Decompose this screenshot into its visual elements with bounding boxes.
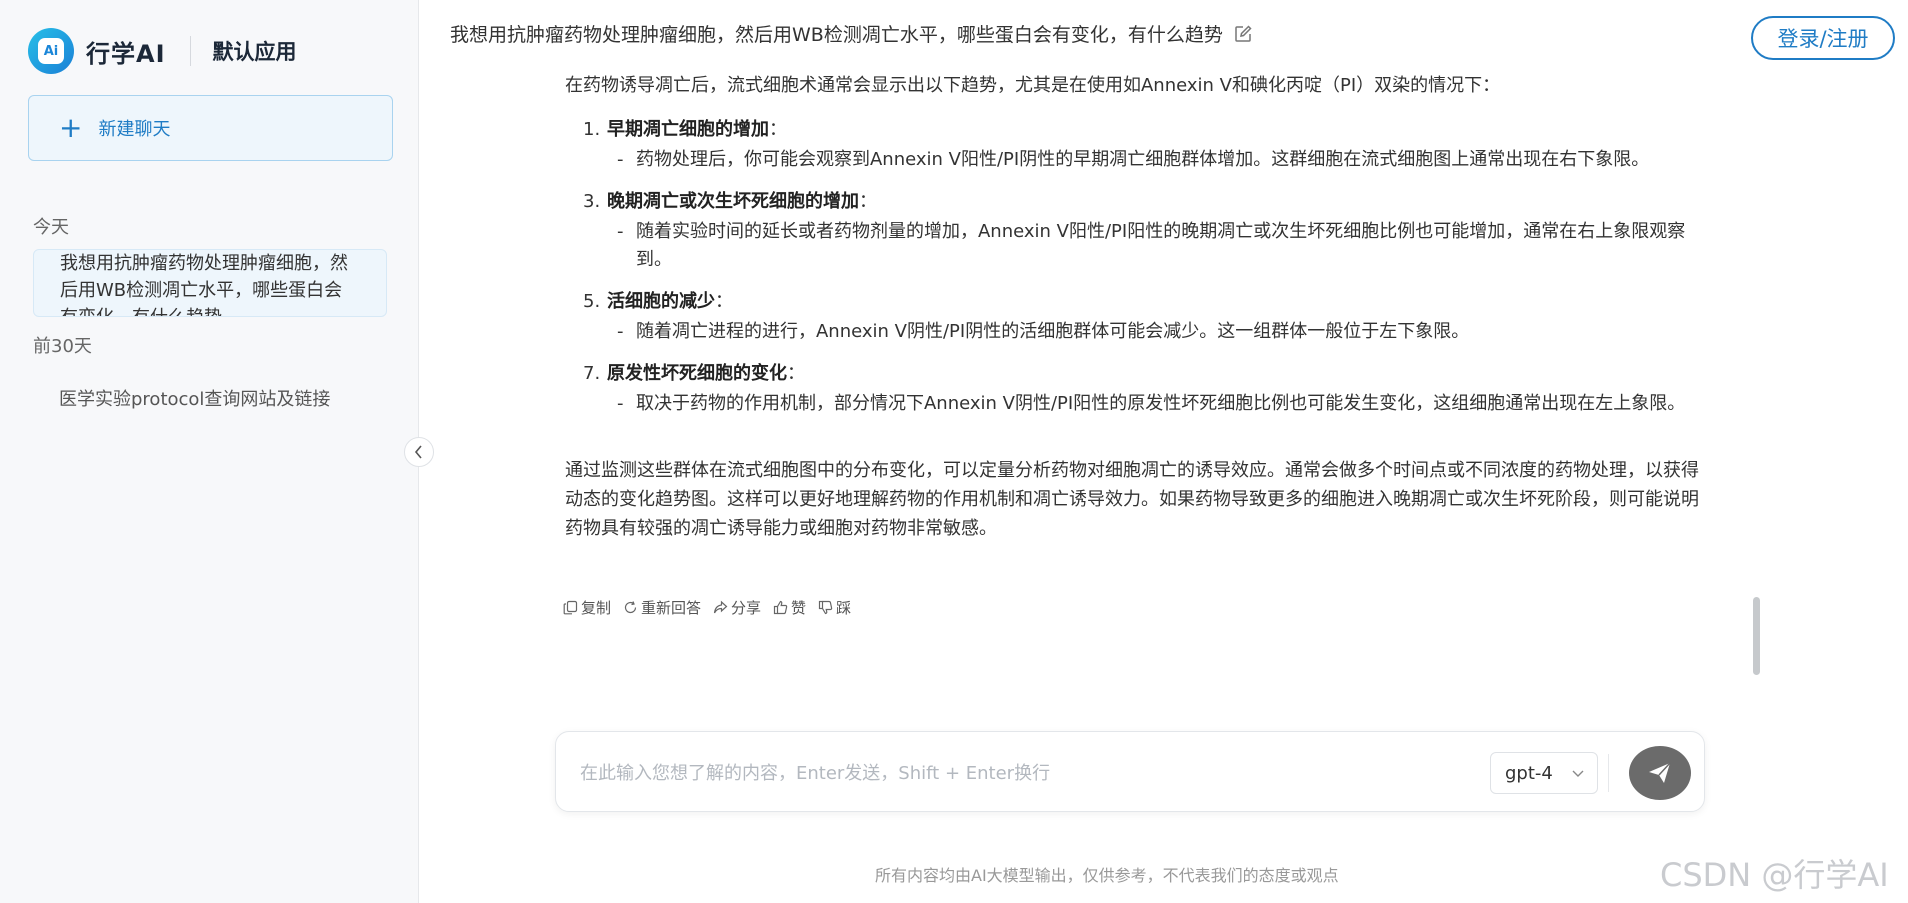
point-body: 随着实验时间的延长或者药物剂量的增加，Annexin V阳性/PI阳性的晚期凋亡… <box>636 221 1686 270</box>
conversation-item-active[interactable]: 我想用抗肿瘤药物处理肿瘤细胞，然后用WB检测凋亡水平，哪些蛋白会有变化，有什么趋… <box>33 249 387 317</box>
bullet-dash: - <box>617 221 624 242</box>
point-body: 取决于药物的作用机制，部分情况下Annexin V阴性/PI阳性的原发性坏死细胞… <box>636 393 1686 414</box>
point-number: 7. <box>583 363 601 384</box>
point-colon: ： <box>787 363 805 384</box>
logo-icon: Ai <box>28 28 74 74</box>
chat-input[interactable] <box>578 752 1282 794</box>
question-text: 我想用抗肿瘤药物处理肿瘤细胞，然后用WB检测凋亡水平，哪些蛋白会有变化，有什么趋… <box>450 24 1223 46</box>
question-title: 我想用抗肿瘤药物处理肿瘤细胞，然后用WB检测凋亡水平，哪些蛋白会有变化，有什么趋… <box>450 20 1253 47</box>
chat-input-box: gpt-4 <box>555 731 1705 812</box>
point-number: 5. <box>583 291 601 312</box>
edit-icon[interactable] <box>1233 24 1253 44</box>
send-button[interactable] <box>1629 746 1691 800</box>
like-label: 赞 <box>791 599 807 617</box>
point-number: 1. <box>583 119 601 140</box>
copy-button[interactable]: 复制 <box>563 597 611 618</box>
model-select-value: gpt-4 <box>1505 762 1553 784</box>
disclaimer: 所有内容均由AI大模型输出，仅供参考，不代表我们的态度或观点 <box>875 866 1339 885</box>
copy-icon <box>563 600 578 615</box>
point-number: 3. <box>583 191 601 212</box>
thumbs-up-icon <box>773 600 788 615</box>
refresh-icon <box>624 601 637 614</box>
brand-divider <box>189 36 191 66</box>
sidebar: Ai 行学AI 默认应用 + 新建聊天 今天 我想用抗肿瘤药物处理肿瘤细胞，然后… <box>0 0 419 903</box>
like-button[interactable]: 赞 <box>773 597 806 618</box>
point-colon: ： <box>769 119 787 140</box>
collapse-sidebar-button[interactable] <box>404 437 434 467</box>
regenerate-button[interactable]: 重新回答 <box>623 597 701 618</box>
dislike-button[interactable]: 踩 <box>818 597 851 618</box>
point-colon: ： <box>715 291 733 312</box>
answer-point: 5. 活细胞的减少： - 随着凋亡进程的进行，Annexin V阴性/PI阴性的… <box>565 286 1715 346</box>
regenerate-label: 重新回答 <box>641 599 702 617</box>
point-body: 随着凋亡进程的进行，Annexin V阴性/PI阴性的活细胞群体可能会减少。这一… <box>636 321 1470 342</box>
point-title: 早期凋亡细胞的增加 <box>607 119 769 140</box>
new-chat-button[interactable]: + 新建聊天 <box>28 95 393 161</box>
model-select[interactable]: gpt-4 <box>1490 752 1598 794</box>
bullet-dash: - <box>617 321 624 342</box>
send-icon <box>1649 762 1671 783</box>
point-body: 药物处理后，你可能会观察到Annexin V阳性/PI阴性的早期凋亡细胞群体增加… <box>636 149 1650 170</box>
brand-name: 行学AI <box>86 39 166 68</box>
answer-point: 1. 早期凋亡细胞的增加： - 药物处理后，你可能会观察到Annexin V阳性… <box>565 114 1715 174</box>
dislike-label: 踩 <box>836 599 852 617</box>
bullet-dash: - <box>617 393 624 414</box>
assistant-answer: 在药物诱导凋亡后，流式细胞术通常会显示出以下趋势，尤其是在使用如Annexin … <box>565 70 1715 561</box>
copy-label: 复制 <box>581 599 612 617</box>
conversation-item[interactable]: 医学实验protocol查询网站及链接 <box>33 386 387 413</box>
answer-point: 3. 晚期凋亡或次生坏死细胞的增加： - 随着实验时间的延长或者药物剂量的增加，… <box>565 186 1715 274</box>
scrollbar-thumb[interactable] <box>1753 597 1760 675</box>
bullet-dash: - <box>617 149 624 170</box>
point-colon: ： <box>859 191 877 212</box>
answer-actions: 复制 重新回答 分享 赞 踩 <box>563 597 863 618</box>
thumbs-down-icon <box>818 600 833 615</box>
plus-icon: + <box>59 111 83 144</box>
share-button[interactable]: 分享 <box>713 597 761 618</box>
share-icon <box>713 600 728 614</box>
chevron-left-icon <box>414 445 422 459</box>
answer-intro: 在药物诱导凋亡后，流式细胞术通常会显示出以下趋势，尤其是在使用如Annexin … <box>565 75 1501 96</box>
point-title: 晚期凋亡或次生坏死细胞的增加 <box>607 191 859 212</box>
watermark: CSDN @行学AI <box>1660 856 1889 894</box>
logo-text: Ai <box>38 38 64 64</box>
input-divider <box>1608 754 1609 792</box>
group-label-today: 今天 <box>33 217 69 238</box>
point-title: 活细胞的减少 <box>607 291 715 312</box>
new-chat-label: 新建聊天 <box>98 119 171 140</box>
group-label-30days: 前30天 <box>33 336 92 357</box>
login-register-button[interactable]: 登录/注册 <box>1751 16 1895 60</box>
app-name: 默认应用 <box>212 40 297 64</box>
answer-point: 7. 原发性坏死细胞的变化： - 取决于药物的作用机制，部分情况下Annexin… <box>565 358 1715 418</box>
brand: Ai 行学AI 默认应用 <box>28 28 297 74</box>
point-title: 原发性坏死细胞的变化 <box>607 363 787 384</box>
share-label: 分享 <box>731 599 762 617</box>
chevron-down-icon <box>1572 770 1584 777</box>
answer-conclusion: 通过监测这些群体在流式细胞图中的分布变化，可以定量分析药物对细胞凋亡的诱导效应。… <box>565 460 1699 539</box>
